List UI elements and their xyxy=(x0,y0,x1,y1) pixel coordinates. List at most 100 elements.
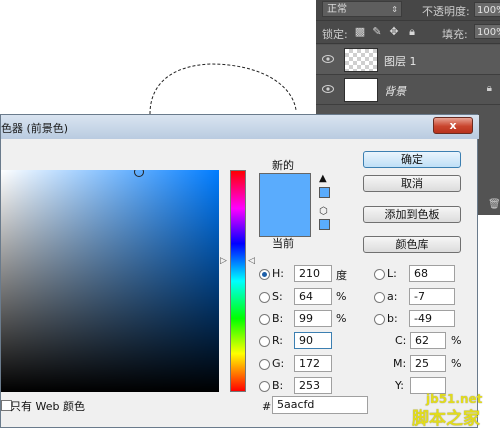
cyan-unit: % xyxy=(451,334,462,347)
current-color-swatch[interactable] xyxy=(260,205,310,236)
layer-row-1[interactable]: 图层 1 xyxy=(316,45,500,75)
radio-red[interactable] xyxy=(259,336,270,347)
a-label: a: xyxy=(387,290,398,303)
hex-input[interactable]: 5aacfd xyxy=(272,396,368,414)
field-hue: H: 210 度 xyxy=(259,265,359,283)
fill-input[interactable]: 100% xyxy=(474,24,500,39)
layers-toolbar: 正常 ⇕ 不透明度: 100% xyxy=(316,0,500,21)
magenta-unit: % xyxy=(451,357,462,370)
layer-name[interactable]: 背景 xyxy=(384,83,406,99)
hue-input[interactable]: 210 xyxy=(294,265,332,282)
chevron-down-icon: ⇕ xyxy=(391,5,398,14)
field-blue: B: 253 xyxy=(259,377,359,395)
lock-all-icon[interactable]: 🔒︎ xyxy=(406,26,418,38)
hue-slider-left-arrow[interactable]: ▷ xyxy=(220,256,227,266)
watermark-name: 脚本之家 xyxy=(412,409,480,429)
field-magenta: M: 25 % xyxy=(391,355,477,373)
layer-name[interactable]: 图层 1 xyxy=(384,53,417,69)
radio-brightness[interactable] xyxy=(259,314,270,325)
hue-slider[interactable] xyxy=(230,170,246,392)
gamut-color-swatch[interactable] xyxy=(319,187,330,198)
lock-toolbar: 锁定: ▩ ✎ ✥ 🔒︎ 填充: 100% xyxy=(316,21,500,44)
blue-input[interactable]: 253 xyxy=(294,377,332,394)
cyan-input[interactable]: 62 xyxy=(410,332,446,349)
layer-thumbnail xyxy=(344,48,378,72)
radio-lightness[interactable] xyxy=(374,269,385,280)
hue-slider-right-arrow[interactable]: ◁ xyxy=(248,256,255,266)
picker-gradient xyxy=(1,170,219,392)
radio-green[interactable] xyxy=(259,359,270,370)
radio-blue[interactable] xyxy=(259,381,270,392)
radio-a[interactable] xyxy=(374,292,385,303)
field-brightness: B: 99 % xyxy=(259,310,359,328)
cancel-button[interactable]: 取消 xyxy=(363,175,461,192)
yellow-label: Y: xyxy=(395,379,404,392)
red-input[interactable]: 90 xyxy=(294,332,332,349)
b-label: b: xyxy=(387,312,398,325)
red-label: R: xyxy=(272,334,284,347)
lock-label: 锁定: xyxy=(322,28,348,41)
color-picker-dialog: 色器 (前景色) x ▷ ◁ 新的 当前 ▲ ⬡ 确定 取消 添加到色板 颜色库… xyxy=(0,114,479,428)
layer-thumbnail xyxy=(344,78,378,102)
green-input[interactable]: 172 xyxy=(294,355,332,372)
lock-position-icon[interactable]: ✥ xyxy=(388,26,400,38)
magenta-input[interactable]: 25 xyxy=(410,355,446,372)
radio-saturation[interactable] xyxy=(259,292,270,303)
green-label: G: xyxy=(272,357,285,370)
web-only-label: 只有 Web 颜色 xyxy=(10,400,85,413)
field-red: R: 90 xyxy=(259,332,359,350)
fill-label: 填充: xyxy=(442,28,468,41)
color-libraries-button[interactable]: 颜色库 xyxy=(363,236,461,253)
dialog-titlebar[interactable]: 色器 (前景色) x xyxy=(1,115,479,139)
lightness-input[interactable]: 68 xyxy=(409,265,455,282)
eye-icon[interactable] xyxy=(322,54,334,64)
web-safe-color-swatch[interactable] xyxy=(319,219,330,230)
trash-icon[interactable]: 🗑︎ xyxy=(488,199,500,210)
eye-icon[interactable] xyxy=(322,84,334,94)
field-a: a: -7 xyxy=(374,288,464,306)
blue-label: B: xyxy=(272,379,284,392)
cyan-label: C: xyxy=(395,334,407,347)
brightness-label: B: xyxy=(272,312,284,325)
field-lightness: L: 68 xyxy=(374,265,464,283)
saturation-brightness-field[interactable] xyxy=(1,170,219,392)
lock-pixels-icon[interactable]: ✎ xyxy=(371,26,383,38)
radio-b[interactable] xyxy=(374,314,385,325)
a-input[interactable]: -7 xyxy=(409,288,455,305)
gamut-warning-icon[interactable]: ▲ xyxy=(319,173,327,184)
site-watermark: jb51.net 脚本之家 xyxy=(412,392,500,429)
hex-label: # xyxy=(262,400,272,413)
new-color-swatch xyxy=(260,174,310,205)
brightness-input[interactable]: 99 xyxy=(294,310,332,327)
dialog-title: 色器 (前景色) xyxy=(1,122,69,135)
ok-button[interactable]: 确定 xyxy=(363,151,461,168)
field-saturation: S: 64 % xyxy=(259,288,359,306)
hue-label: H: xyxy=(272,267,284,280)
saturation-input[interactable]: 64 xyxy=(294,288,332,305)
blend-mode-select[interactable]: 正常 ⇕ xyxy=(322,1,402,17)
document-canvas[interactable] xyxy=(0,0,316,120)
close-button[interactable]: x xyxy=(433,117,473,134)
saturation-unit: % xyxy=(336,290,347,303)
magenta-label: M: xyxy=(393,357,407,370)
saturation-label: S: xyxy=(272,290,283,303)
opacity-label: 不透明度: xyxy=(422,5,470,18)
field-green: G: 172 xyxy=(259,355,359,373)
lock-transparency-icon[interactable]: ▩ xyxy=(354,26,366,38)
blend-mode-value: 正常 xyxy=(327,4,347,15)
web-only-option[interactable]: 只有 Web 颜色 xyxy=(1,398,101,413)
opacity-input[interactable]: 100% xyxy=(474,2,500,17)
new-color-label: 新的 xyxy=(272,159,294,172)
web-safe-cube-icon[interactable]: ⬡ xyxy=(319,206,328,217)
radio-hue[interactable] xyxy=(259,269,270,280)
lock-icon: 🔒︎ xyxy=(486,83,492,94)
field-b: b: -49 xyxy=(374,310,464,328)
add-to-swatches-button[interactable]: 添加到色板 xyxy=(363,206,461,223)
color-swatch xyxy=(259,173,311,237)
layer-row-background[interactable]: 背景 🔒︎ xyxy=(316,75,500,105)
elliptical-selection xyxy=(149,63,297,115)
b-input[interactable]: -49 xyxy=(409,310,455,327)
hue-unit: 度 xyxy=(336,269,347,282)
brightness-unit: % xyxy=(336,312,347,325)
field-cyan: C: 62 % xyxy=(391,332,477,350)
